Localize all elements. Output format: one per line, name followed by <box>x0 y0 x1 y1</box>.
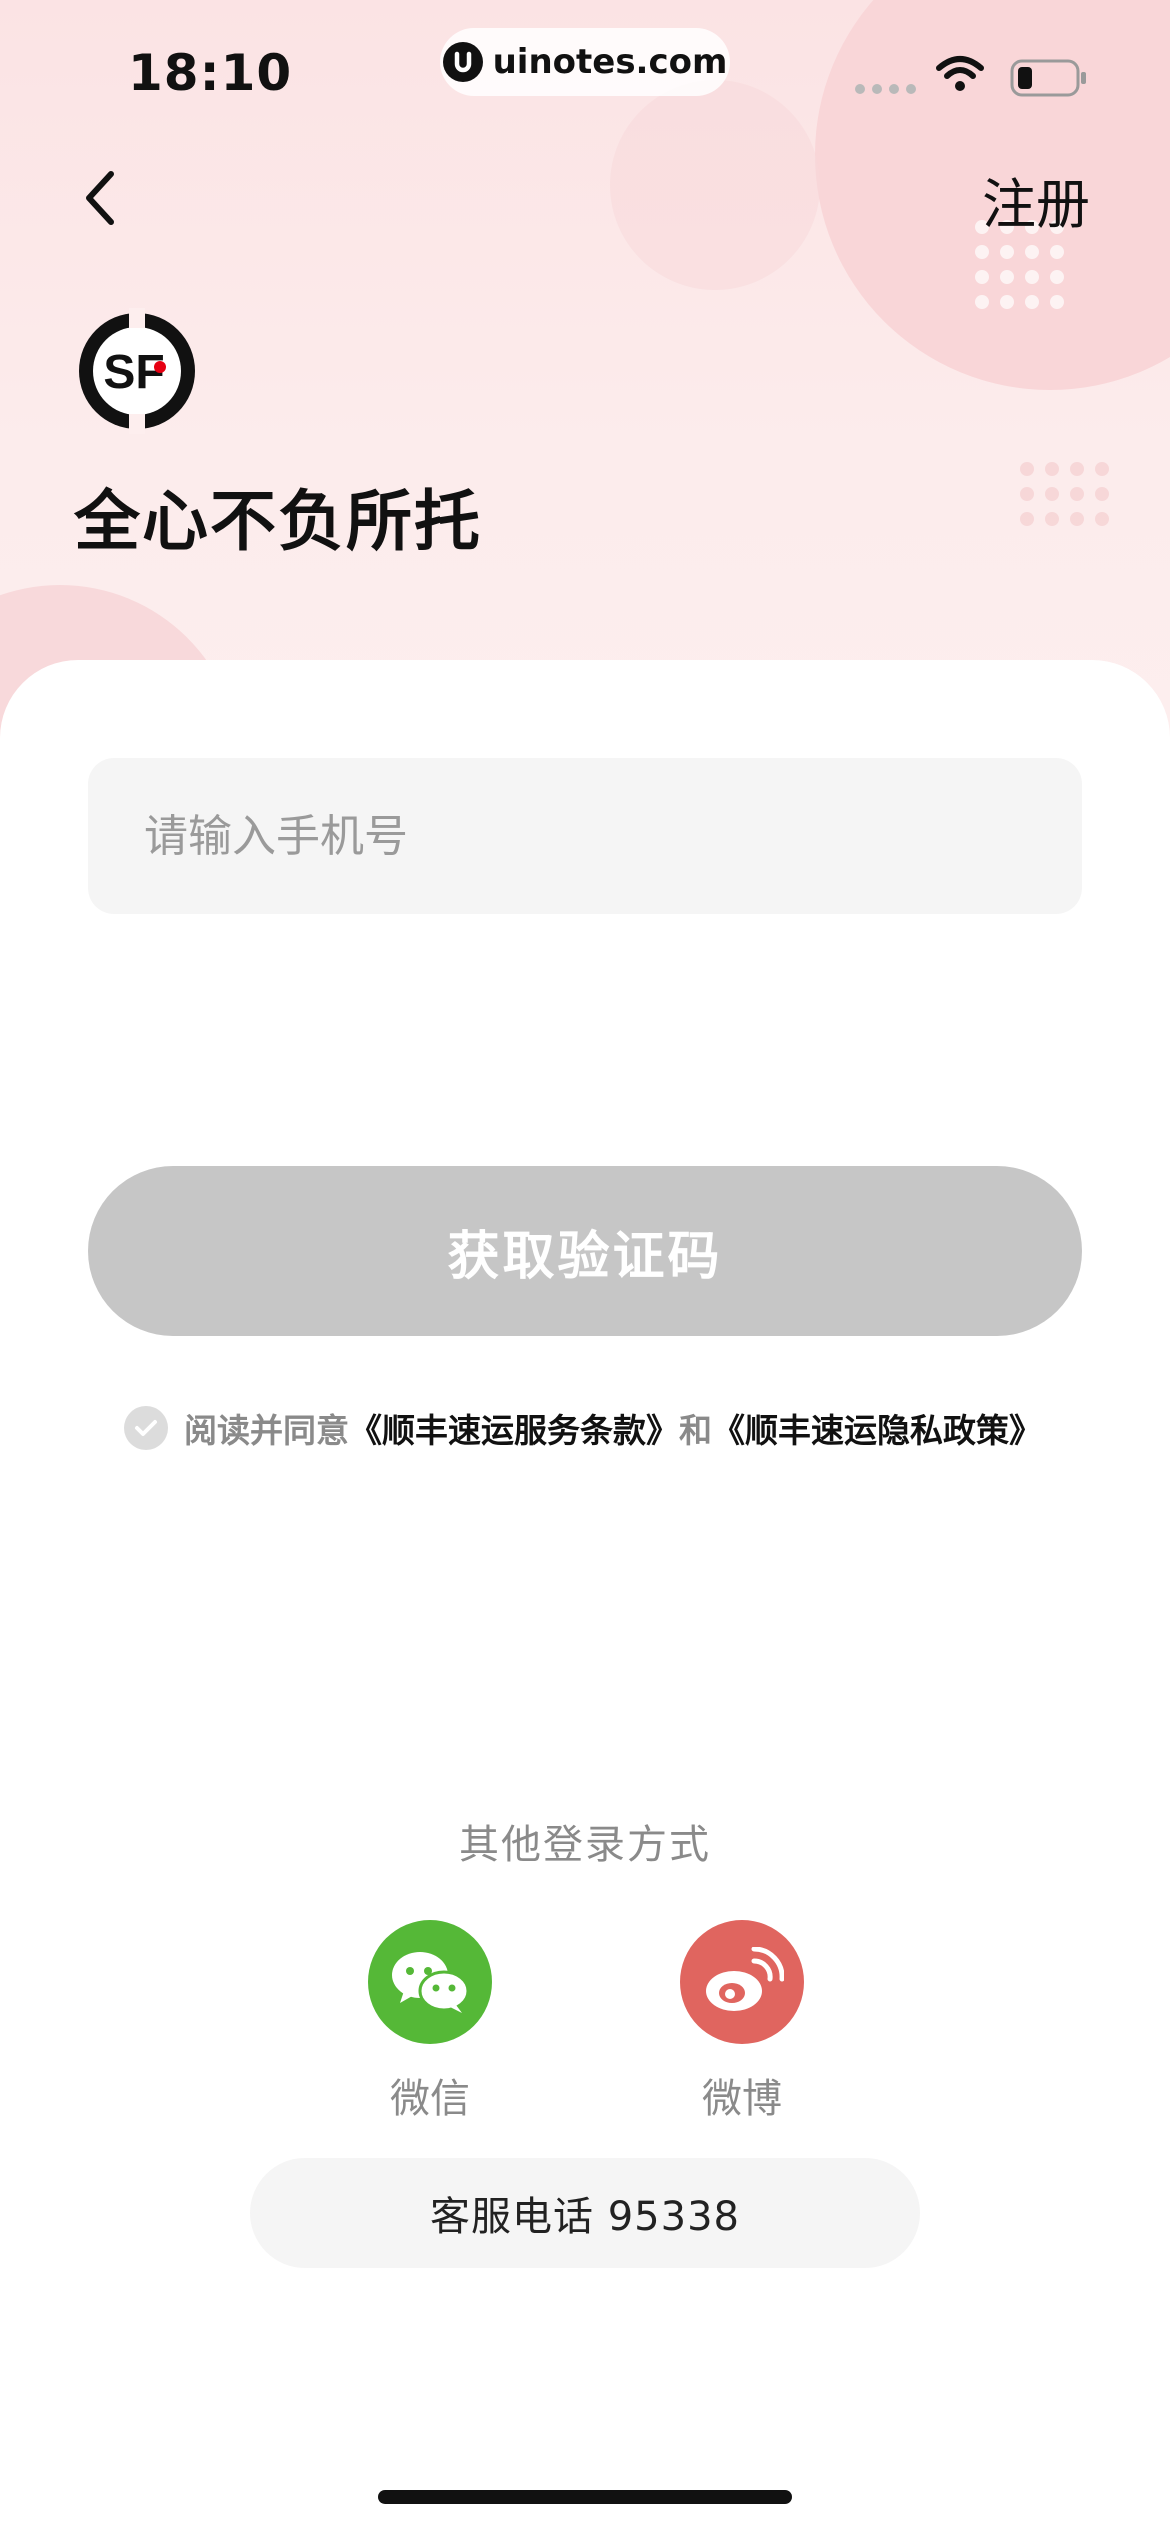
customer-service-button[interactable]: 客服电话 95338 <box>250 2158 920 2268</box>
svg-text:SF: SF <box>103 346 164 399</box>
decor-dots <box>1020 462 1109 526</box>
site-logo-icon <box>442 42 483 82</box>
other-login-title: 其他登录方式 <box>459 1822 711 1868</box>
home-indicator <box>378 2490 792 2504</box>
back-button[interactable] <box>70 160 130 236</box>
get-code-button[interactable]: 获取验证码 <box>88 1166 1082 1336</box>
cellular-signal-icon <box>855 84 916 94</box>
wechat-login-button[interactable]: 微信 <box>360 1920 500 2124</box>
agreement-prefix: 阅读并同意 <box>184 1411 349 1450</box>
wechat-icon <box>368 1920 492 2044</box>
phone-input[interactable] <box>88 758 1082 914</box>
weibo-label: 微博 <box>702 2076 782 2122</box>
weibo-login-button[interactable]: 微博 <box>672 1920 812 2124</box>
url-text: uinotes.com <box>492 42 728 82</box>
register-link[interactable]: 注册 <box>982 160 1090 239</box>
terms-link[interactable]: 《顺丰速运服务条款》 <box>349 1411 679 1450</box>
weibo-icon <box>680 1920 804 2044</box>
status-time: 18:10 <box>128 44 293 102</box>
brand-slogan: 全心不负所托 <box>74 483 482 560</box>
agreement-conjunction: 和 <box>679 1411 712 1450</box>
agreement-row: 阅读并同意《顺丰速运服务条款》和《顺丰速运隐私政策》 <box>124 1404 1042 1452</box>
privacy-link[interactable]: 《顺丰速运隐私政策》 <box>712 1411 1042 1450</box>
wifi-icon <box>936 56 984 91</box>
agree-checkbox[interactable] <box>124 1406 168 1450</box>
url-pill: uinotes.com <box>440 28 730 96</box>
battery-icon <box>1010 59 1086 97</box>
chevron-left-icon <box>86 171 114 225</box>
check-icon <box>135 1420 157 1436</box>
sf-logo: SF <box>79 308 195 434</box>
decor-circle <box>610 80 820 290</box>
wechat-label: 微信 <box>390 2076 470 2122</box>
